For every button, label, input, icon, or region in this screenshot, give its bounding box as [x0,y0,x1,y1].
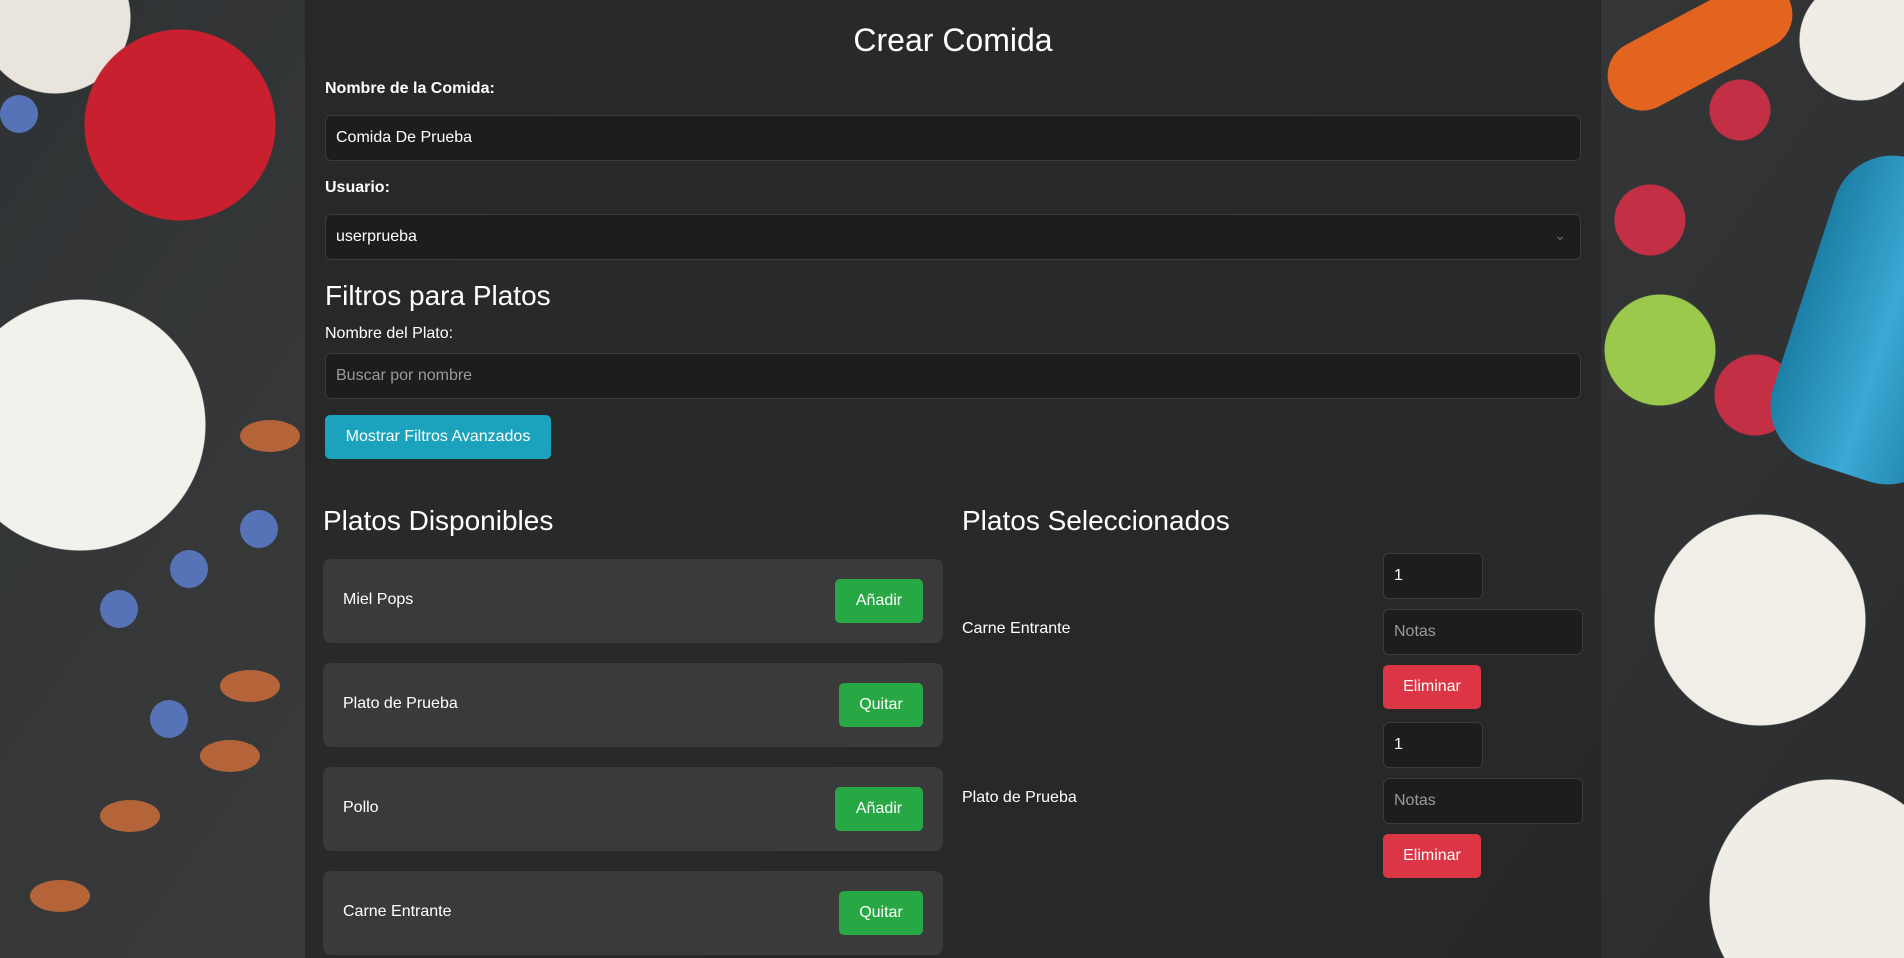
blueberry-decoration [240,510,278,548]
notes-placeholder: Notas [1394,792,1436,809]
dish-name: Miel Pops [343,591,414,608]
available-dish-card: Carne Entrante Quitar [323,871,943,955]
delete-dish-button[interactable]: Eliminar [1383,834,1481,878]
selected-dishes-heading: Platos Seleccionados [962,505,1230,536]
notes-input[interactable]: Notas [1383,609,1583,655]
add-dish-button[interactable]: Añadir [835,579,923,623]
notes-placeholder: Notas [1394,623,1436,640]
meal-name-value: Comida De Prueba [336,129,473,146]
dish-name: Carne Entrante [343,903,452,920]
available-dishes-heading: Platos Disponibles [323,505,554,536]
almond-decoration [240,420,300,452]
dish-name-label: Nombre del Plato: [325,325,454,342]
almond-decoration [220,670,280,702]
quantity-input[interactable]: 1 [1383,722,1483,768]
selected-dish-name: Plato de Prueba [962,789,1077,806]
selected-dish-name: Carne Entrante [962,620,1071,637]
quantity-input[interactable]: 1 [1383,553,1483,599]
blueberry-decoration [0,95,38,133]
almond-decoration [100,800,160,832]
available-dish-card: Plato de Prueba Quitar [323,663,943,747]
blueberry-decoration [170,550,208,588]
remove-dish-button[interactable]: Quitar [839,683,923,727]
almond-decoration [30,880,90,912]
user-select[interactable]: userprueba ⌄ [325,214,1581,260]
available-dish-card: Miel Pops Añadir [323,559,943,643]
blueberry-decoration [100,590,138,628]
delete-dish-button[interactable]: Eliminar [1383,665,1481,709]
notes-input[interactable]: Notas [1383,778,1583,824]
create-meal-panel: Crear Comida Nombre de la Comida: Comida… [305,0,1601,958]
meal-name-label: Nombre de la Comida: [325,80,495,97]
available-dish-card: Pollo Añadir [323,767,943,851]
yoga-mat-decoration [1754,140,1904,500]
quantity-value: 1 [1394,567,1403,584]
filters-heading: Filtros para Platos [325,280,551,311]
dish-name: Pollo [343,799,379,816]
carrot-decoration [1595,0,1805,123]
blueberry-decoration [150,700,188,738]
user-label: Usuario: [325,179,390,196]
dish-search-input[interactable]: Buscar por nombre [325,353,1581,399]
remove-dish-button[interactable]: Quitar [839,891,923,935]
chevron-down-icon: ⌄ [1554,227,1566,243]
user-select-value: userprueba [336,228,417,245]
page-title: Crear Comida [853,22,1053,58]
show-advanced-filters-button[interactable]: Mostrar Filtros Avanzados [325,415,551,459]
dish-search-placeholder: Buscar por nombre [336,367,473,384]
add-dish-button[interactable]: Añadir [835,787,923,831]
quantity-value: 1 [1394,736,1403,753]
almond-decoration [200,740,260,772]
dish-name: Plato de Prueba [343,695,458,712]
meal-name-input[interactable]: Comida De Prueba [325,115,1581,161]
